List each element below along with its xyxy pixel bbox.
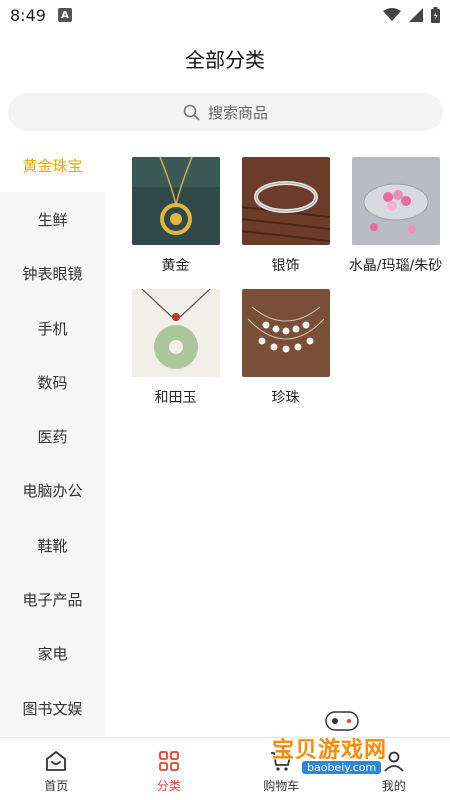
header: 全部分类 xyxy=(0,30,450,86)
wifi-icon xyxy=(383,8,401,21)
subcategory-label: 水晶/玛瑙/朱砂 xyxy=(348,258,443,274)
category-sidebar: 黄金珠宝 生鲜 钟表眼镜 手机 数码 医药 电脑办公 鞋靴 电子产品 家电 图书… xyxy=(0,138,105,736)
watermark-url: baobeiy.com xyxy=(302,761,382,774)
signal-icon xyxy=(409,8,423,22)
subcategory-grid: 黄金 银饰 水晶/玛瑙/朱砂 和田玉 珍珠 xyxy=(105,138,450,421)
pearl-necklace-image xyxy=(241,289,330,377)
search-icon xyxy=(183,104,200,120)
silver-bracelet-image xyxy=(241,157,330,245)
gold-pendant-image xyxy=(131,157,220,245)
sidebar-item-phones[interactable]: 手机 xyxy=(0,301,105,355)
watermark-title: 宝贝游戏网 xyxy=(272,738,388,763)
nav-home[interactable]: 首页 xyxy=(0,738,113,800)
home-icon xyxy=(46,751,67,771)
nav-category[interactable]: 分类 xyxy=(113,738,226,800)
status-time: 8:49 xyxy=(10,5,46,25)
subcategory-crystal[interactable]: 水晶/玛瑙/朱砂 xyxy=(342,157,449,275)
nav-label: 首页 xyxy=(44,779,69,793)
sidebar-item-fresh[interactable]: 生鲜 xyxy=(0,192,105,246)
nav-label: 分类 xyxy=(156,779,181,793)
search-placeholder: 搜索商品 xyxy=(207,103,268,122)
subcategory-label: 黄金 xyxy=(161,258,190,274)
sidebar-item-books[interactable]: 图书文娱 xyxy=(0,681,105,735)
watermark: 宝贝游戏网 baobeiy.com xyxy=(262,708,422,782)
notification-icon: A xyxy=(57,8,72,22)
sidebar-item-shoes[interactable]: 鞋靴 xyxy=(0,518,105,572)
subcategory-pearl[interactable]: 珍珠 xyxy=(232,289,339,407)
subcategory-label: 和田玉 xyxy=(154,390,197,406)
jade-pendant-image xyxy=(131,289,220,377)
search-input[interactable]: 搜索商品 xyxy=(8,93,443,131)
sidebar-item-digital[interactable]: 数码 xyxy=(0,355,105,409)
subcategory-label: 珍珠 xyxy=(271,390,300,406)
subcategory-silver[interactable]: 银饰 xyxy=(232,157,339,275)
sidebar-item-appliances[interactable]: 家电 xyxy=(0,627,105,681)
crystal-image xyxy=(351,157,440,245)
sidebar-item-computers[interactable]: 电脑办公 xyxy=(0,464,105,518)
subcategory-gold[interactable]: 黄金 xyxy=(122,157,229,275)
sidebar-item-watches-glasses[interactable]: 钟表眼镜 xyxy=(0,247,105,301)
subcategory-jade[interactable]: 和田玉 xyxy=(122,289,229,407)
page-title: 全部分类 xyxy=(185,47,265,72)
sidebar-item-gold-jewelry[interactable]: 黄金珠宝 xyxy=(0,138,105,193)
status-bar: 8:49 A xyxy=(0,0,450,30)
subcategory-label: 银饰 xyxy=(271,258,300,274)
gamepad-icon xyxy=(325,711,359,731)
status-indicators xyxy=(383,7,440,23)
category-icon xyxy=(158,751,179,771)
sidebar-item-electronics[interactable]: 电子产品 xyxy=(0,572,105,626)
battery-icon xyxy=(431,7,440,23)
sidebar-item-medicine[interactable]: 医药 xyxy=(0,409,105,463)
